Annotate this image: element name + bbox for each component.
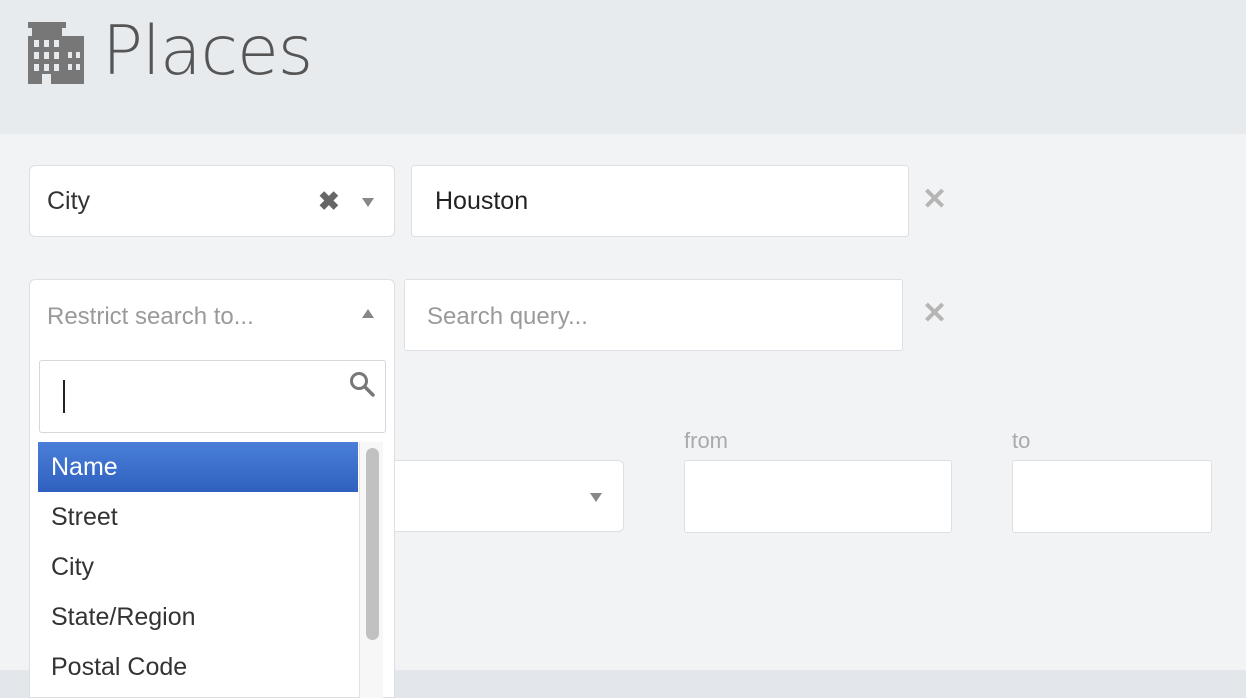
field-select-1-value: City — [47, 187, 91, 215]
chevron-down-icon[interactable] — [590, 493, 602, 502]
remove-filter-2-icon[interactable]: ✕ — [922, 299, 947, 329]
scrollbar-thumb[interactable] — [366, 448, 379, 640]
dropdown-options: Name Street City State/Region Postal Cod… — [38, 442, 358, 692]
from-label: from — [684, 428, 728, 453]
range-from-input[interactable] — [684, 460, 952, 533]
dropdown-search-input[interactable] — [39, 360, 386, 433]
dropdown-option-street[interactable]: Street — [38, 492, 358, 542]
chevron-up-icon[interactable] — [362, 309, 374, 318]
search-query-input-1[interactable]: Houston — [411, 165, 909, 237]
range-field-select[interactable] — [360, 460, 624, 532]
page-header: Places — [0, 0, 1246, 134]
chevron-down-icon[interactable] — [362, 198, 374, 207]
dropdown-option-state-region[interactable]: State/Region — [38, 592, 358, 642]
field-dropdown-menu: Name Street City State/Region Postal Cod… — [29, 350, 395, 698]
search-query-2-placeholder: Search query... — [427, 303, 588, 330]
range-to-input[interactable] — [1012, 460, 1212, 533]
text-cursor — [63, 380, 65, 413]
dropdown-scrollbar[interactable] — [359, 442, 383, 698]
search-query-input-2[interactable]: Search query... — [404, 279, 903, 351]
dropdown-option-postal-code[interactable]: Postal Code — [38, 642, 358, 692]
field-select-1[interactable]: City ✖ — [29, 165, 395, 237]
field-select-2[interactable]: Restrict search to... — [29, 279, 395, 351]
clear-selection-icon[interactable]: ✖ — [318, 188, 340, 214]
page-title: Places — [102, 12, 313, 91]
search-query-1-value: Houston — [435, 187, 529, 215]
to-label: to — [1012, 428, 1031, 453]
dropdown-option-city[interactable]: City — [38, 542, 358, 592]
building-icon — [28, 22, 84, 89]
field-select-2-placeholder: Restrict search to... — [47, 303, 254, 330]
remove-filter-1-icon[interactable]: ✕ — [922, 185, 947, 215]
search-icon — [349, 371, 375, 402]
dropdown-option-name[interactable]: Name — [38, 442, 358, 492]
